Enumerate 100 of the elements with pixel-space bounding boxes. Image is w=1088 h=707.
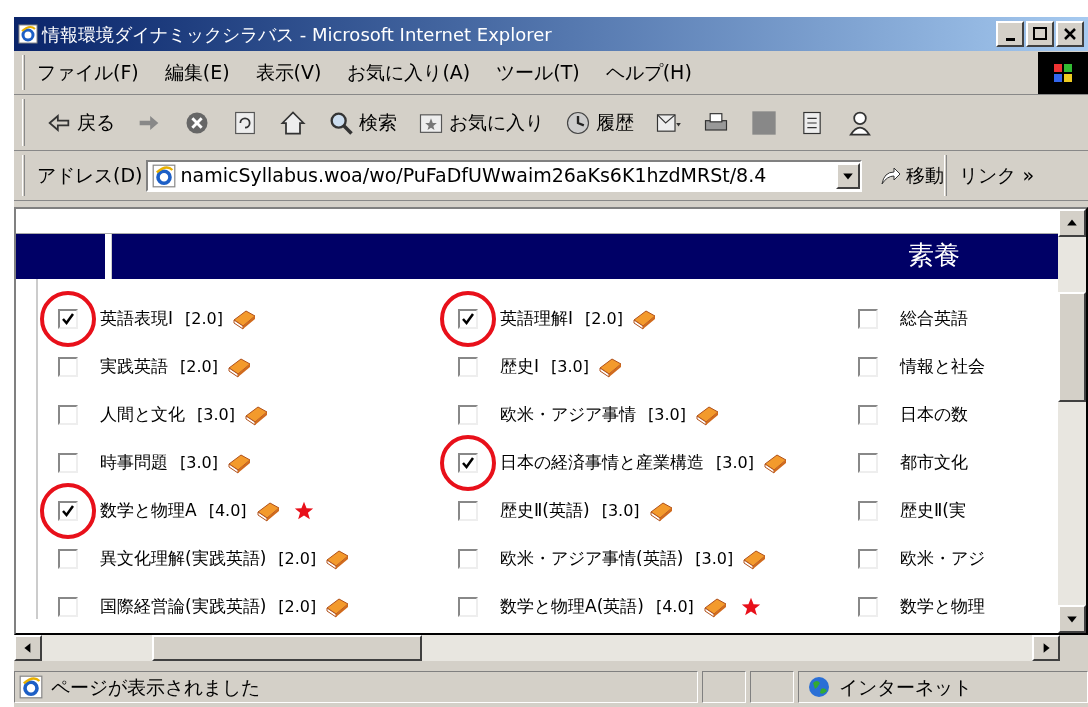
course-name: 数学と物理 bbox=[900, 595, 985, 619]
course-name: 日本の数 bbox=[900, 403, 968, 427]
scroll-down-button[interactable] bbox=[1058, 605, 1086, 633]
status-panel bbox=[750, 671, 794, 703]
book-icon[interactable] bbox=[242, 404, 269, 426]
checkbox[interactable] bbox=[58, 597, 78, 617]
book-icon[interactable] bbox=[630, 308, 657, 330]
course-name: 総合英語 bbox=[900, 307, 968, 331]
maximize-icon bbox=[1032, 26, 1048, 42]
search-button[interactable]: 検索 bbox=[323, 108, 401, 137]
checkbox[interactable] bbox=[858, 309, 878, 329]
checkbox[interactable] bbox=[458, 405, 478, 425]
menu-item[interactable]: 表示(V) bbox=[255, 58, 322, 87]
book-icon[interactable] bbox=[225, 356, 252, 378]
star-icon bbox=[292, 500, 315, 522]
checkbox[interactable] bbox=[858, 597, 878, 617]
section-title: 素養 bbox=[908, 239, 960, 272]
book-icon[interactable] bbox=[324, 596, 351, 618]
course-name: 人間と文化 bbox=[100, 403, 185, 427]
address-label: アドレス(D) bbox=[37, 163, 143, 189]
credits: [2.0] bbox=[180, 356, 218, 378]
book-icon[interactable] bbox=[225, 452, 252, 474]
course-name: 英語表現Ⅰ bbox=[100, 307, 173, 331]
scroll-up-button[interactable] bbox=[1058, 209, 1086, 237]
checkbox[interactable] bbox=[858, 453, 878, 473]
checkbox[interactable] bbox=[458, 453, 478, 473]
menu-item[interactable]: ファイル(F) bbox=[37, 58, 139, 87]
window-title: 情報環境ダイナミックシラバス - Microsoft Internet Explorer bbox=[42, 22, 552, 47]
course-name: 歴史Ⅱ(実 bbox=[900, 499, 966, 523]
status-message: ページが表示されました bbox=[51, 674, 260, 700]
checkbox[interactable] bbox=[858, 549, 878, 569]
course-name: 英語理解Ⅰ bbox=[500, 307, 573, 331]
checkbox[interactable] bbox=[58, 453, 78, 473]
maximize-button[interactable] bbox=[1026, 21, 1054, 47]
credits: [3.0] bbox=[716, 452, 754, 474]
checkbox[interactable] bbox=[858, 357, 878, 377]
course-name: 数学と物理A bbox=[100, 499, 197, 523]
menu-item[interactable]: ツール(T) bbox=[496, 58, 580, 87]
checkbox[interactable] bbox=[458, 309, 478, 329]
book-icon[interactable] bbox=[254, 500, 281, 522]
links-button[interactable]: リンク » bbox=[959, 161, 1035, 190]
book-icon[interactable] bbox=[230, 308, 257, 330]
book-icon[interactable] bbox=[761, 452, 788, 474]
menu-item[interactable]: ヘルプ(H) bbox=[605, 58, 692, 87]
credits: [2.0] bbox=[585, 308, 623, 330]
checkbox[interactable] bbox=[58, 309, 78, 329]
course-name: 欧米・アジア事情(英語) bbox=[500, 547, 684, 571]
book-icon[interactable] bbox=[647, 500, 674, 522]
checkbox[interactable] bbox=[58, 357, 78, 377]
book-icon[interactable] bbox=[693, 404, 720, 426]
course-name: 日本の経済事情と産業構造 bbox=[500, 451, 704, 475]
menu-item[interactable]: お気に入り(A) bbox=[347, 58, 471, 87]
close-icon bbox=[1062, 26, 1078, 42]
scroll-right-button[interactable] bbox=[1032, 635, 1060, 661]
dropdown-button[interactable] bbox=[836, 162, 861, 189]
course-name: 歴史Ⅱ(英語) bbox=[500, 499, 590, 523]
course-name: 欧米・アジア事情 bbox=[500, 403, 636, 427]
globe-icon bbox=[807, 675, 831, 699]
page-icon bbox=[152, 163, 177, 188]
history-button[interactable]: 履歴 bbox=[560, 108, 638, 137]
back-button[interactable]: 戻る bbox=[41, 108, 119, 137]
checkbox[interactable] bbox=[58, 501, 78, 521]
minimize-button[interactable] bbox=[996, 21, 1024, 47]
book-icon[interactable] bbox=[596, 356, 623, 378]
favorites-button[interactable]: お気に入り bbox=[413, 108, 548, 137]
course-name: 数学と物理A(英語) bbox=[500, 595, 644, 619]
close-button[interactable] bbox=[1056, 21, 1084, 47]
credits: [3.0] bbox=[551, 356, 589, 378]
address-field[interactable]: namicSyllabus.woa/wo/PuFaDfUWwaim26aKs6K1hzdMRSt/8.4 bbox=[146, 159, 863, 192]
page-icon bbox=[19, 675, 43, 699]
checkbox[interactable] bbox=[458, 357, 478, 377]
checkbox[interactable] bbox=[458, 501, 478, 521]
checkbox[interactable] bbox=[458, 549, 478, 569]
credits: [2.0] bbox=[185, 308, 223, 330]
course-name: 欧米・アジ bbox=[900, 547, 985, 571]
scroll-thumb[interactable] bbox=[1058, 292, 1086, 402]
checkbox[interactable] bbox=[58, 549, 78, 569]
status-panel bbox=[702, 671, 746, 703]
menu-item[interactable]: 編集(E) bbox=[164, 58, 230, 87]
checkbox[interactable] bbox=[458, 597, 478, 617]
checkbox[interactable] bbox=[858, 501, 878, 521]
vertical-scrollbar[interactable] bbox=[1058, 209, 1086, 633]
go-button[interactable]: 移動 bbox=[878, 161, 945, 190]
course-name: 歴史Ⅰ bbox=[500, 355, 539, 379]
book-icon[interactable] bbox=[324, 548, 351, 570]
scroll-left-button[interactable] bbox=[14, 635, 42, 661]
course-name: 異文化理解(実践英語) bbox=[100, 547, 267, 571]
credits: [4.0] bbox=[655, 596, 694, 618]
credits: [3.0] bbox=[648, 404, 686, 426]
minimize-icon bbox=[1005, 37, 1015, 41]
book-icon[interactable] bbox=[701, 596, 728, 618]
checkbox[interactable] bbox=[58, 405, 78, 425]
scroll-thumb[interactable] bbox=[152, 635, 422, 661]
windows-logo bbox=[1038, 51, 1088, 94]
checkbox[interactable] bbox=[858, 405, 878, 425]
course-name: 国際経営論(実践英語) bbox=[100, 595, 267, 619]
book-icon[interactable] bbox=[741, 548, 768, 570]
horizontal-scrollbar[interactable] bbox=[14, 635, 1060, 661]
star-icon bbox=[739, 596, 762, 618]
course-name: 時事問題 bbox=[100, 451, 168, 475]
